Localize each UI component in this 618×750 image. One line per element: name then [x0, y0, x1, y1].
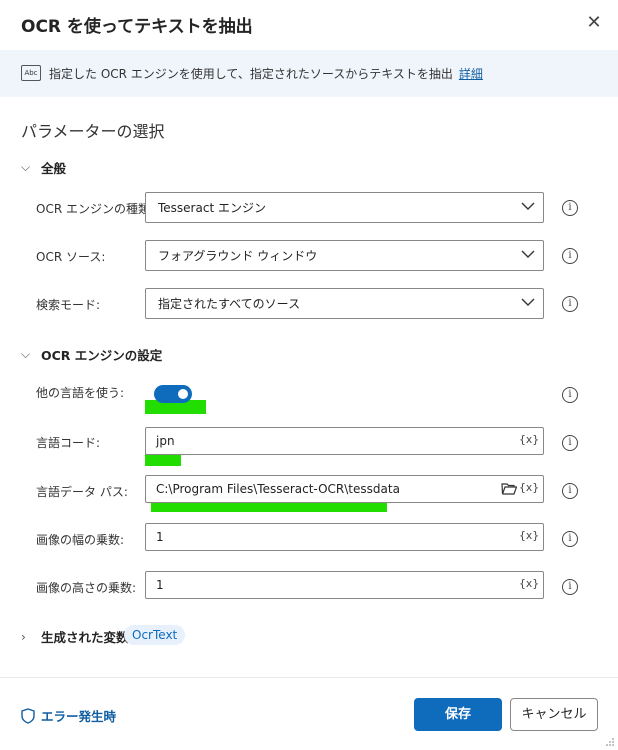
- banner-description: 指定した OCR エンジンを使用して、指定されたソースからテキストを抽出 詳細: [49, 65, 483, 82]
- language-data-path-value: C:\Program Files\Tesseract-OCR\tessdata: [156, 482, 400, 496]
- cancel-button[interactable]: キャンセル: [510, 698, 598, 731]
- ocr-source-label: OCR ソース:: [36, 250, 106, 264]
- ocr-source-info-icon[interactable]: i: [562, 248, 578, 264]
- image-width-multiplier-value: 1: [156, 530, 164, 544]
- engine-type-label: OCR エンジンの種類:: [36, 202, 155, 216]
- language-data-path-input[interactable]: C:\Program Files\Tesseract-OCR\tessdata …: [145, 475, 544, 503]
- engine-type-info-icon[interactable]: i: [562, 200, 578, 216]
- dialog-title: OCR を使ってテキストを抽出: [21, 17, 253, 37]
- image-height-multiplier-input[interactable]: 1 {x}: [145, 571, 544, 599]
- close-icon[interactable]: ✕: [584, 13, 604, 33]
- use-other-language-label: 他の言語を使う:: [36, 386, 125, 400]
- footer-divider: [0, 677, 618, 678]
- group-variables-toggle[interactable]: › 生成された変数: [21, 627, 129, 646]
- ocr-source-value: フォアグラウンド ウィンドウ: [158, 249, 318, 263]
- variable-picker-icon[interactable]: {x}: [519, 481, 539, 494]
- variable-picker-icon[interactable]: {x}: [519, 577, 539, 590]
- chevron-down-icon: [521, 298, 535, 306]
- chevron-down-icon: ⌵: [21, 347, 31, 361]
- ocr-text-icon: Abc: [21, 65, 41, 81]
- language-data-path-info-icon[interactable]: i: [562, 483, 578, 499]
- on-error-link[interactable]: エラー発生時: [21, 706, 116, 725]
- engine-type-dropdown[interactable]: Tesseract エンジン: [145, 192, 544, 223]
- variable-picker-icon[interactable]: {x}: [519, 529, 539, 542]
- ocr-source-dropdown[interactable]: フォアグラウンド ウィンドウ: [145, 240, 544, 271]
- shield-icon: [21, 707, 35, 724]
- toggle-knob: [178, 389, 188, 399]
- chevron-right-icon: ›: [21, 629, 26, 644]
- group-engine-settings-toggle[interactable]: ⌵ OCR エンジンの設定: [21, 345, 162, 364]
- chevron-down-icon: [521, 202, 535, 210]
- parameters-heading: パラメーターの選択: [21, 122, 165, 141]
- engine-type-value: Tesseract エンジン: [158, 201, 266, 215]
- group-general-label: 全般: [41, 161, 67, 176]
- image-width-multiplier-info-icon[interactable]: i: [562, 531, 578, 547]
- variable-pill[interactable]: OcrText: [124, 625, 186, 645]
- use-other-language-info-icon[interactable]: i: [562, 387, 578, 403]
- language-data-path-label: 言語データ パス:: [36, 485, 128, 499]
- use-other-language-toggle[interactable]: [154, 385, 192, 403]
- image-height-multiplier-label: 画像の高さの乗数:: [36, 581, 137, 595]
- details-link[interactable]: 詳細: [459, 67, 483, 81]
- group-general-toggle[interactable]: ⌵ 全般: [21, 158, 66, 177]
- image-height-multiplier-value: 1: [156, 578, 164, 592]
- image-width-multiplier-label: 画像の幅の乗数:: [36, 533, 125, 547]
- language-code-info-icon[interactable]: i: [562, 435, 578, 451]
- group-variables-label: 生成された変数: [41, 630, 129, 645]
- on-error-label: エラー発生時: [41, 709, 117, 724]
- search-mode-info-icon[interactable]: i: [562, 296, 578, 312]
- folder-open-icon[interactable]: [501, 482, 517, 496]
- chevron-down-icon: [521, 250, 535, 258]
- resize-grip-icon[interactable]: [605, 737, 615, 747]
- image-width-multiplier-input[interactable]: 1 {x}: [145, 523, 544, 551]
- search-mode-label: 検索モード:: [36, 298, 101, 312]
- banner-text: 指定した OCR エンジンを使用して、指定されたソースからテキストを抽出: [49, 67, 453, 81]
- language-code-label: 言語コード:: [36, 436, 101, 450]
- language-code-value: jpn: [156, 434, 175, 448]
- language-code-input[interactable]: jpn {x}: [145, 427, 544, 455]
- search-mode-dropdown[interactable]: 指定されたすべてのソース: [145, 288, 544, 319]
- chevron-down-icon: ⌵: [21, 160, 31, 174]
- variable-picker-icon[interactable]: {x}: [519, 433, 539, 446]
- save-button[interactable]: 保存: [414, 698, 502, 731]
- search-mode-value: 指定されたすべてのソース: [158, 297, 301, 311]
- image-height-multiplier-info-icon[interactable]: i: [562, 579, 578, 595]
- group-engine-settings-label: OCR エンジンの設定: [41, 348, 163, 363]
